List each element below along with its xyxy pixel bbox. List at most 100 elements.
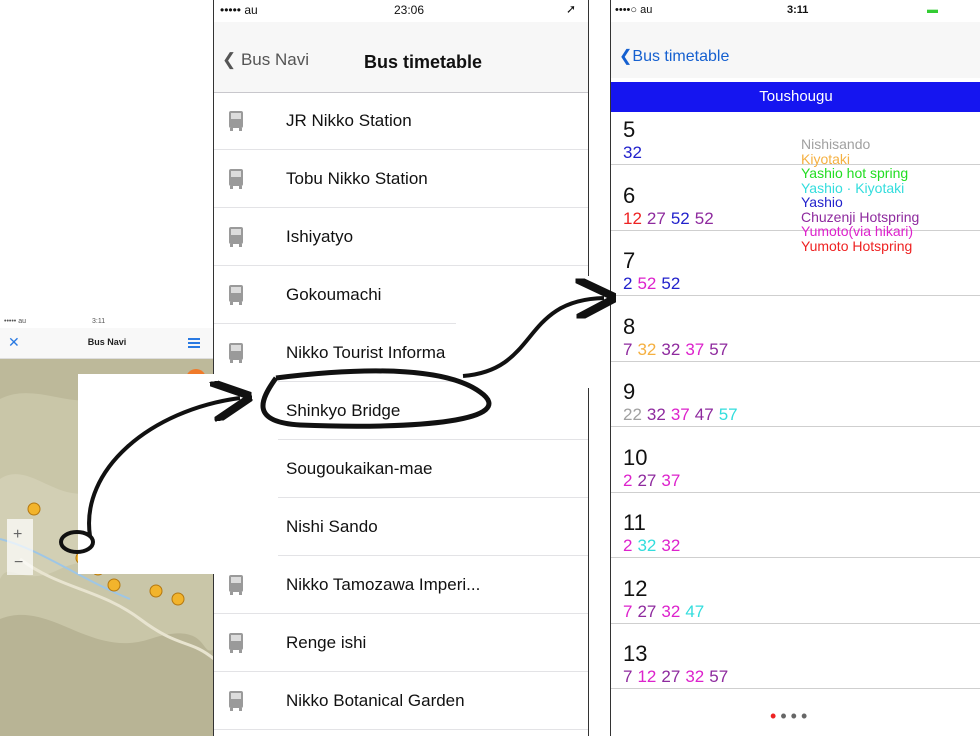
- bus-icon: [229, 285, 243, 305]
- stop-name: Sougoukaikan-mae: [286, 459, 433, 478]
- callout-mask: [456, 276, 610, 388]
- stop-name: Nikko Tourist Informa: [286, 343, 446, 362]
- status-time: 23:06: [394, 3, 425, 17]
- list-icon[interactable]: [188, 338, 200, 348]
- bus-icon: [229, 111, 243, 131]
- departure-minute[interactable]: 22: [623, 405, 642, 424]
- status-time: 3:11: [92, 318, 106, 325]
- back-button[interactable]: ❮Bus timetable: [619, 46, 729, 66]
- page-dot[interactable]: •: [770, 706, 780, 726]
- page-dot[interactable]: •: [791, 706, 801, 726]
- departure-minute[interactable]: 57: [719, 405, 738, 424]
- hour-label: 9: [623, 379, 636, 404]
- route-legend: Nishisando Kiyotaki Yashio hot spring Yashi…: [801, 137, 919, 253]
- zoom-out-button[interactable]: −: [14, 554, 23, 572]
- nav-bar: ❮ Bus Navi Bus timetable: [214, 22, 588, 93]
- stop-name: Ishiyatyo: [286, 227, 354, 246]
- stop-name: Tobu Nikko Station: [286, 169, 428, 188]
- page-indicator[interactable]: ••••: [770, 706, 811, 727]
- chevron-left-icon: ❮: [619, 48, 633, 65]
- list-item[interactable]: Ishiyatyo: [214, 208, 588, 266]
- status-carrier: ••••• au: [220, 3, 258, 17]
- departure-minute[interactable]: 7: [623, 602, 632, 621]
- departure-minute[interactable]: 27: [661, 667, 680, 686]
- departure-minute[interactable]: 7: [623, 667, 632, 686]
- hour-row: 10 2 27 37: [611, 445, 980, 493]
- status-time: 3:11: [787, 4, 809, 16]
- departure-minute[interactable]: 37: [685, 340, 704, 359]
- list-item[interactable]: Renge ishi: [214, 614, 588, 672]
- bus-icon: [229, 227, 243, 247]
- list-item[interactable]: Tobu Nikko Station: [214, 150, 588, 208]
- stop-name: Nikko Botanical Garden: [286, 691, 465, 710]
- departure-minute[interactable]: 32: [661, 340, 680, 359]
- stop-name: Nishi Sando: [286, 517, 378, 536]
- hour-label: 10: [623, 444, 648, 470]
- departure-minute[interactable]: 27: [637, 471, 656, 490]
- location-arrow-icon: ➚: [566, 2, 577, 16]
- departure-minute[interactable]: 47: [685, 602, 704, 621]
- hour-row: 8 7 32 32 37 57: [611, 314, 980, 362]
- departure-minutes: 12 27 52 52: [623, 209, 719, 228]
- bus-icon: [229, 691, 243, 711]
- departure-minute[interactable]: 32: [685, 667, 704, 686]
- status-carrier: ••••○ au: [615, 4, 653, 16]
- legend-item: Yashio · Kiyotaki: [801, 179, 905, 196]
- departure-minutes: 32: [623, 144, 647, 162]
- departure-minute[interactable]: 57: [709, 340, 728, 359]
- zoom-in-button[interactable]: +: [13, 526, 22, 544]
- status-bar: ••••• au 3:11: [0, 316, 214, 328]
- timetable-screen: ••••○ au 3:11 ▬ ❮Bus timetable Toushougu…: [610, 0, 980, 736]
- departure-minute[interactable]: 52: [637, 274, 656, 293]
- departure-minute[interactable]: 2: [623, 471, 632, 490]
- legend-item: Yumoto(via hikari): [801, 223, 914, 239]
- departure-minute[interactable]: 32: [661, 602, 680, 621]
- hour-label: 6: [623, 182, 636, 208]
- departure-minute[interactable]: 32: [661, 536, 680, 555]
- departure-minute[interactable]: 12: [623, 209, 642, 228]
- departure-minute[interactable]: 52: [671, 209, 690, 228]
- departure-minute[interactable]: 32: [637, 536, 656, 555]
- nav-bar: ❮Bus timetable: [611, 22, 980, 78]
- departure-minute[interactable]: 27: [637, 602, 656, 621]
- departure-minute[interactable]: 2: [623, 536, 632, 555]
- departure-minute[interactable]: 37: [661, 471, 680, 490]
- status-bar: ••••• au 23:06 ➚: [214, 0, 588, 20]
- departure-minutes: 2 27 37: [623, 471, 685, 490]
- stop-name-header: Toushougu: [611, 82, 980, 112]
- nav-title: Bus Navi: [87, 337, 127, 347]
- stop-name: Gokoumachi: [286, 285, 382, 304]
- departure-minute[interactable]: 12: [637, 667, 656, 686]
- bus-icon: [229, 343, 243, 363]
- page-dot[interactable]: •: [780, 706, 790, 726]
- stop-name: JR Nikko Station: [286, 111, 412, 130]
- back-label: Bus timetable: [632, 48, 730, 65]
- legend-item: Yashio hot spring: [801, 165, 909, 181]
- chevron-left-icon: ❮: [222, 50, 241, 69]
- hour-row: 11 2 32 32: [611, 510, 980, 558]
- departure-minute[interactable]: 2: [623, 274, 632, 293]
- list-item[interactable]: Nikko Botanical Garden: [214, 672, 588, 730]
- hour-row: 12 7 27 32 47: [611, 576, 980, 624]
- stop-name: Renge ishi: [286, 633, 367, 652]
- departure-minute[interactable]: 7: [623, 340, 632, 359]
- departure-minute[interactable]: 32: [623, 143, 642, 162]
- hour-row: 5 32: [611, 117, 980, 165]
- bus-icon: [229, 169, 243, 189]
- back-button[interactable]: ❮ Bus Navi: [222, 50, 309, 70]
- departure-minute[interactable]: 27: [647, 209, 666, 228]
- page-title: Bus timetable: [364, 52, 483, 72]
- stop-name: Shinkyo Bridge: [286, 401, 401, 420]
- bus-icon: [229, 633, 243, 653]
- departure-minute[interactable]: 47: [695, 405, 714, 424]
- bus-icon: [229, 575, 243, 595]
- hour-label: 11: [623, 510, 646, 535]
- departure-minute[interactable]: 37: [671, 405, 690, 424]
- departure-minute[interactable]: 52: [661, 274, 680, 293]
- page-dot[interactable]: •: [801, 706, 811, 726]
- departure-minute[interactable]: 32: [647, 405, 666, 424]
- list-item[interactable]: JR Nikko Station: [214, 92, 588, 150]
- departure-minute[interactable]: 57: [709, 667, 728, 686]
- departure-minute[interactable]: 32: [637, 340, 656, 359]
- departure-minute[interactable]: 52: [695, 209, 714, 228]
